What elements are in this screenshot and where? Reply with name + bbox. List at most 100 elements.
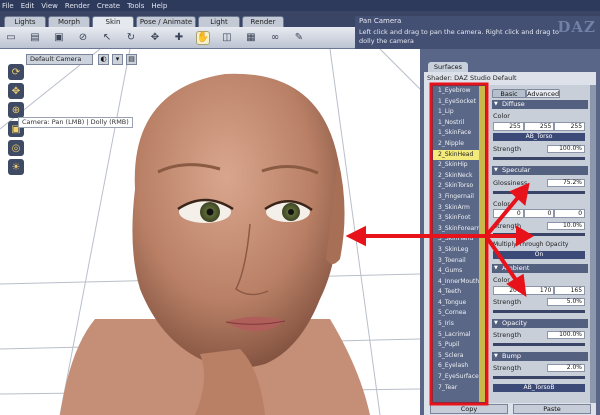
- ambient-strength-slider[interactable]: [493, 310, 585, 313]
- list-item[interactable]: 1_Nostril: [433, 118, 485, 129]
- diffuse-r[interactable]: 255: [493, 122, 524, 131]
- aim-icon[interactable]: ◎: [8, 140, 24, 156]
- list-item[interactable]: 4_InnerMouth: [433, 277, 485, 288]
- specular-g[interactable]: 0: [523, 209, 555, 218]
- bump-strength-value[interactable]: 2.0%: [547, 364, 585, 372]
- zoom-camera-icon[interactable]: ⊕: [8, 102, 24, 118]
- tab-light[interactable]: Light: [198, 16, 240, 27]
- diffuse-b[interactable]: 255: [554, 122, 586, 131]
- viewport-menu-icon[interactable]: ▾: [112, 54, 123, 65]
- list-item[interactable]: 2_SkinHip: [433, 160, 485, 171]
- tab-skin[interactable]: Skin: [92, 16, 134, 27]
- ambient-color-field[interactable]: 207 170 165: [493, 286, 586, 295]
- specular-strength-slider[interactable]: [493, 233, 585, 236]
- diffuse-map[interactable]: AB_Torso: [493, 133, 585, 141]
- specular-r[interactable]: 0: [493, 209, 524, 218]
- list-item[interactable]: 4_Teeth: [433, 287, 485, 298]
- list-item[interactable]: 2_Nipple: [433, 139, 485, 150]
- render-icon[interactable]: ▦: [244, 31, 258, 45]
- list-item[interactable]: 5_Cornea: [433, 308, 485, 319]
- glossiness-slider[interactable]: [493, 191, 585, 194]
- select-arrow-icon[interactable]: ↖: [100, 31, 114, 45]
- menu-render[interactable]: Render: [65, 2, 90, 10]
- menu-tools[interactable]: Tools: [127, 2, 144, 10]
- tab-morph[interactable]: Morph: [48, 16, 90, 27]
- list-item[interactable]: 2_SkinTorso: [433, 181, 485, 192]
- opacity-strength-value[interactable]: 100.0%: [547, 331, 585, 339]
- list-item[interactable]: 4_Gums: [433, 266, 485, 277]
- specular-section[interactable]: Specular: [492, 166, 588, 175]
- pan-camera-tool-icon[interactable]: ✥: [8, 83, 24, 99]
- ambient-r[interactable]: 207: [493, 286, 524, 295]
- list-item[interactable]: 3_Toenail: [433, 256, 485, 267]
- new-file-icon[interactable]: ▭: [4, 31, 18, 45]
- 3d-viewport[interactable]: [0, 49, 420, 415]
- opacity-section[interactable]: Opacity: [492, 319, 588, 328]
- bump-map[interactable]: AB_TorsoB: [493, 384, 585, 392]
- properties-scrollbar[interactable]: [590, 85, 596, 403]
- menu-help[interactable]: Help: [151, 2, 167, 10]
- multiply-opacity-toggle[interactable]: On: [493, 251, 585, 259]
- camera-select[interactable]: Default Camera: [26, 54, 93, 65]
- display-style-icon[interactable]: ◐: [98, 54, 109, 65]
- tab-advanced[interactable]: Advanced: [526, 89, 560, 98]
- list-item[interactable]: 3_Fingernail: [433, 192, 485, 203]
- open-folder-icon[interactable]: ▤: [28, 31, 42, 45]
- tab-lights[interactable]: Lights: [4, 16, 46, 27]
- list-item[interactable]: 5_Lacrimal: [433, 330, 485, 341]
- list-item[interactable]: 3_SkinLeg: [433, 245, 485, 256]
- ambient-strength-value[interactable]: 5.0%: [547, 298, 585, 306]
- diffuse-color-field[interactable]: 255 255 255: [493, 122, 586, 131]
- list-item[interactable]: 1_SkinFace: [433, 128, 485, 139]
- list-item[interactable]: 1_EyeSocket: [433, 97, 485, 108]
- tab-basic[interactable]: Basic: [492, 89, 526, 98]
- diffuse-section[interactable]: Diffuse: [492, 100, 588, 109]
- translate-icon[interactable]: ✥: [148, 31, 162, 45]
- glossiness-value[interactable]: 75.2%: [547, 179, 585, 187]
- diffuse-g[interactable]: 255: [523, 122, 555, 131]
- copy-button[interactable]: Copy: [430, 404, 508, 414]
- link-icon[interactable]: ∞: [268, 31, 282, 45]
- list-item-selected[interactable]: 2_SkinHead: [433, 149, 485, 161]
- bump-section[interactable]: Bump: [492, 352, 588, 361]
- specular-color-field[interactable]: 0 0 0: [493, 209, 586, 218]
- list-item[interactable]: 1_Lip: [433, 107, 485, 118]
- bone-icon[interactable]: ✎: [292, 31, 306, 45]
- tab-surfaces[interactable]: Surfaces: [428, 62, 468, 72]
- ambient-b[interactable]: 165: [554, 286, 586, 295]
- tab-pose-animate[interactable]: Pose / Animate: [136, 16, 196, 27]
- orbit-camera-icon[interactable]: ⟳: [8, 64, 24, 80]
- menu-view[interactable]: View: [41, 2, 58, 10]
- menu-edit[interactable]: Edit: [21, 2, 35, 10]
- list-item[interactable]: 3_SkinFoot: [433, 213, 485, 224]
- surface-list[interactable]: 1_Eyebrow 1_EyeSocket 1_Lip 1_Nostril 1_…: [432, 85, 486, 403]
- rotate-icon[interactable]: ↻: [124, 31, 138, 45]
- ambient-section[interactable]: Ambient: [492, 264, 588, 273]
- list-item[interactable]: 7_Tear: [433, 383, 485, 394]
- menu-file[interactable]: File: [2, 2, 14, 10]
- cube-icon[interactable]: ◫: [220, 31, 234, 45]
- tab-render[interactable]: Render: [242, 16, 284, 27]
- list-item[interactable]: 6_Eyelash: [433, 361, 485, 372]
- list-item[interactable]: 4_Tongue: [433, 298, 485, 309]
- diffuse-strength-value[interactable]: 100.0%: [547, 145, 585, 153]
- light-icon[interactable]: ☀: [8, 159, 24, 175]
- specular-strength-value[interactable]: 10.0%: [547, 222, 585, 230]
- list-item[interactable]: 3_SkinForearm: [433, 224, 485, 235]
- ambient-g[interactable]: 170: [523, 286, 555, 295]
- stop-icon[interactable]: ⊘: [76, 31, 90, 45]
- opacity-strength-slider[interactable]: [493, 343, 585, 346]
- list-item[interactable]: 5_Iris: [433, 319, 485, 330]
- save-icon[interactable]: ▣: [52, 31, 66, 45]
- diffuse-strength-slider[interactable]: [493, 157, 585, 160]
- list-item[interactable]: 3_SkinHand: [433, 234, 485, 245]
- pan-camera-icon[interactable]: ✋: [196, 30, 210, 45]
- list-item[interactable]: 3_SkinArm: [433, 203, 485, 214]
- list-item[interactable]: 7_EyeSurface: [433, 372, 485, 383]
- viewport-options-icon[interactable]: ▤: [126, 54, 137, 65]
- list-item[interactable]: 1_Eyebrow: [433, 86, 485, 97]
- specular-b[interactable]: 0: [554, 209, 586, 218]
- list-item[interactable]: 5_Pupil: [433, 340, 485, 351]
- list-item[interactable]: 2_SkinNeck: [433, 171, 485, 182]
- surface-list-scrollbar[interactable]: [479, 86, 485, 402]
